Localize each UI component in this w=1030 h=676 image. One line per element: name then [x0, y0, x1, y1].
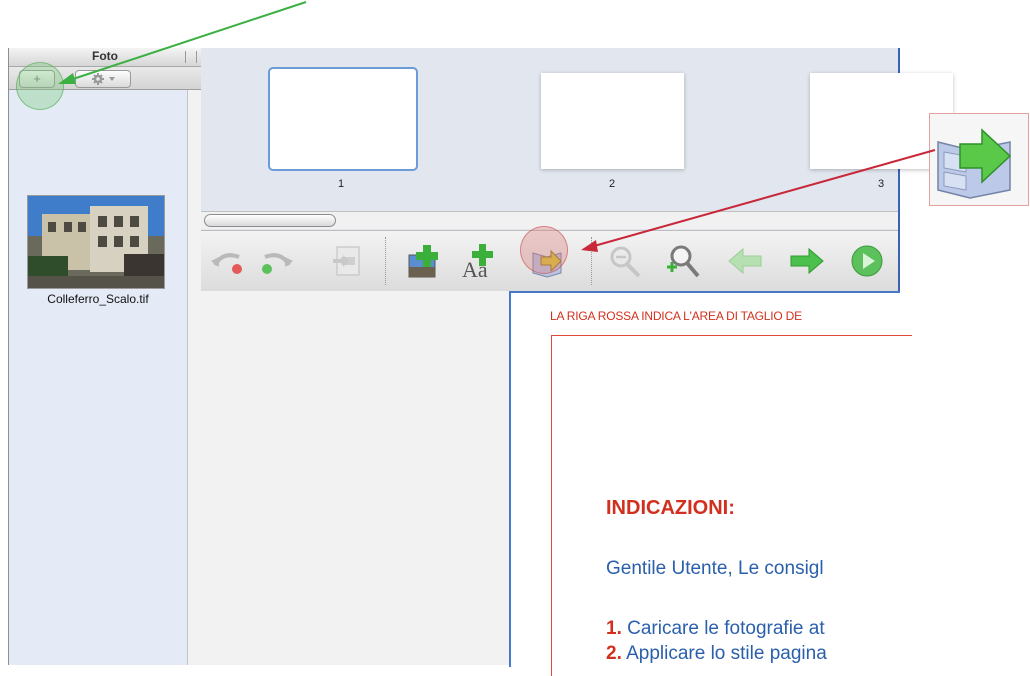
zoom-out-icon	[610, 246, 641, 278]
add-button-highlight	[16, 62, 64, 110]
save-page-button[interactable]	[327, 243, 367, 279]
add-text-icon: Aa	[462, 244, 493, 282]
undo-button[interactable]	[209, 243, 249, 279]
panel-resize-grip[interactable]	[185, 51, 197, 63]
panel-scrollbar[interactable]	[187, 90, 202, 665]
page-number-1: 1	[338, 178, 345, 190]
toolbar-button-highlight	[520, 226, 568, 274]
gear-icon	[92, 73, 115, 85]
document-heading: INDICAZIONI:	[606, 497, 735, 519]
redo-button[interactable]	[255, 243, 295, 279]
page-number-2: 2	[609, 178, 616, 190]
zoom-out-button[interactable]	[605, 243, 645, 279]
panel-title: Foto	[92, 49, 118, 63]
instruction-step-2: 2. Applicare lo stile pagina	[606, 643, 827, 665]
previous-page-button[interactable]	[725, 243, 765, 279]
save-page-icon	[333, 246, 360, 276]
instruction-step-1: 1. Caricare le fotografie at	[606, 618, 825, 640]
add-text-box-button[interactable]: Aa	[459, 243, 499, 282]
step-text: Caricare le fotografie at	[621, 618, 825, 639]
toolbar-separator	[385, 237, 386, 285]
scrollbar-thumb[interactable]	[204, 214, 336, 227]
redo-icon	[262, 253, 293, 274]
play-icon	[851, 245, 883, 277]
toolbar-separator	[591, 237, 592, 285]
page-thumbnail-2[interactable]	[541, 73, 684, 169]
play-button[interactable]	[847, 243, 887, 279]
photo-filename: Colleferro_Scalo.tif	[47, 292, 149, 306]
document-intro: Gentile Utente, Le consigl	[606, 558, 824, 579]
canvas-area: LA RIGA ROSSA INDICA L'AREA DI TAGLIO DE…	[201, 291, 912, 676]
photo-thumbnail[interactable]	[27, 195, 165, 289]
arrow-left-icon	[728, 247, 762, 275]
step-number: 1.	[606, 618, 622, 639]
photo-list: Colleferro_Scalo.tif	[9, 90, 187, 665]
callout-zoom-box	[929, 113, 1029, 206]
page-thumbnail-1[interactable]	[268, 67, 418, 171]
step-number: 2.	[606, 643, 622, 664]
apply-layout-zoom-icon	[937, 128, 1012, 199]
zoom-in-icon	[667, 245, 700, 278]
crop-area-note: LA RIGA ROSSA INDICA L'AREA DI TAGLIO DE	[550, 309, 802, 323]
building-photo-icon	[28, 196, 164, 288]
add-photo-icon	[408, 245, 438, 278]
add-photo-box-button[interactable]	[405, 243, 445, 279]
photo-panel: Foto + Colleferro_Scalo.tif	[8, 48, 202, 665]
undo-icon	[211, 253, 242, 274]
pages-strip: 1 2 3	[201, 48, 953, 230]
page-number-3: 3	[878, 178, 885, 190]
main-editor: 1 2 3 Aa LA RIGA ROSSA INDICA L'AREA DI …	[201, 48, 953, 676]
next-page-button[interactable]	[787, 243, 827, 279]
chevron-down-icon	[109, 77, 115, 81]
zoom-in-button[interactable]	[663, 243, 703, 279]
step-text: Applicare lo stile pagina	[621, 643, 827, 664]
document-page[interactable]: LA RIGA ROSSA INDICA L'AREA DI TAGLIO DE…	[509, 291, 912, 676]
arrow-right-icon	[790, 247, 824, 275]
gear-menu-button[interactable]	[75, 70, 131, 88]
